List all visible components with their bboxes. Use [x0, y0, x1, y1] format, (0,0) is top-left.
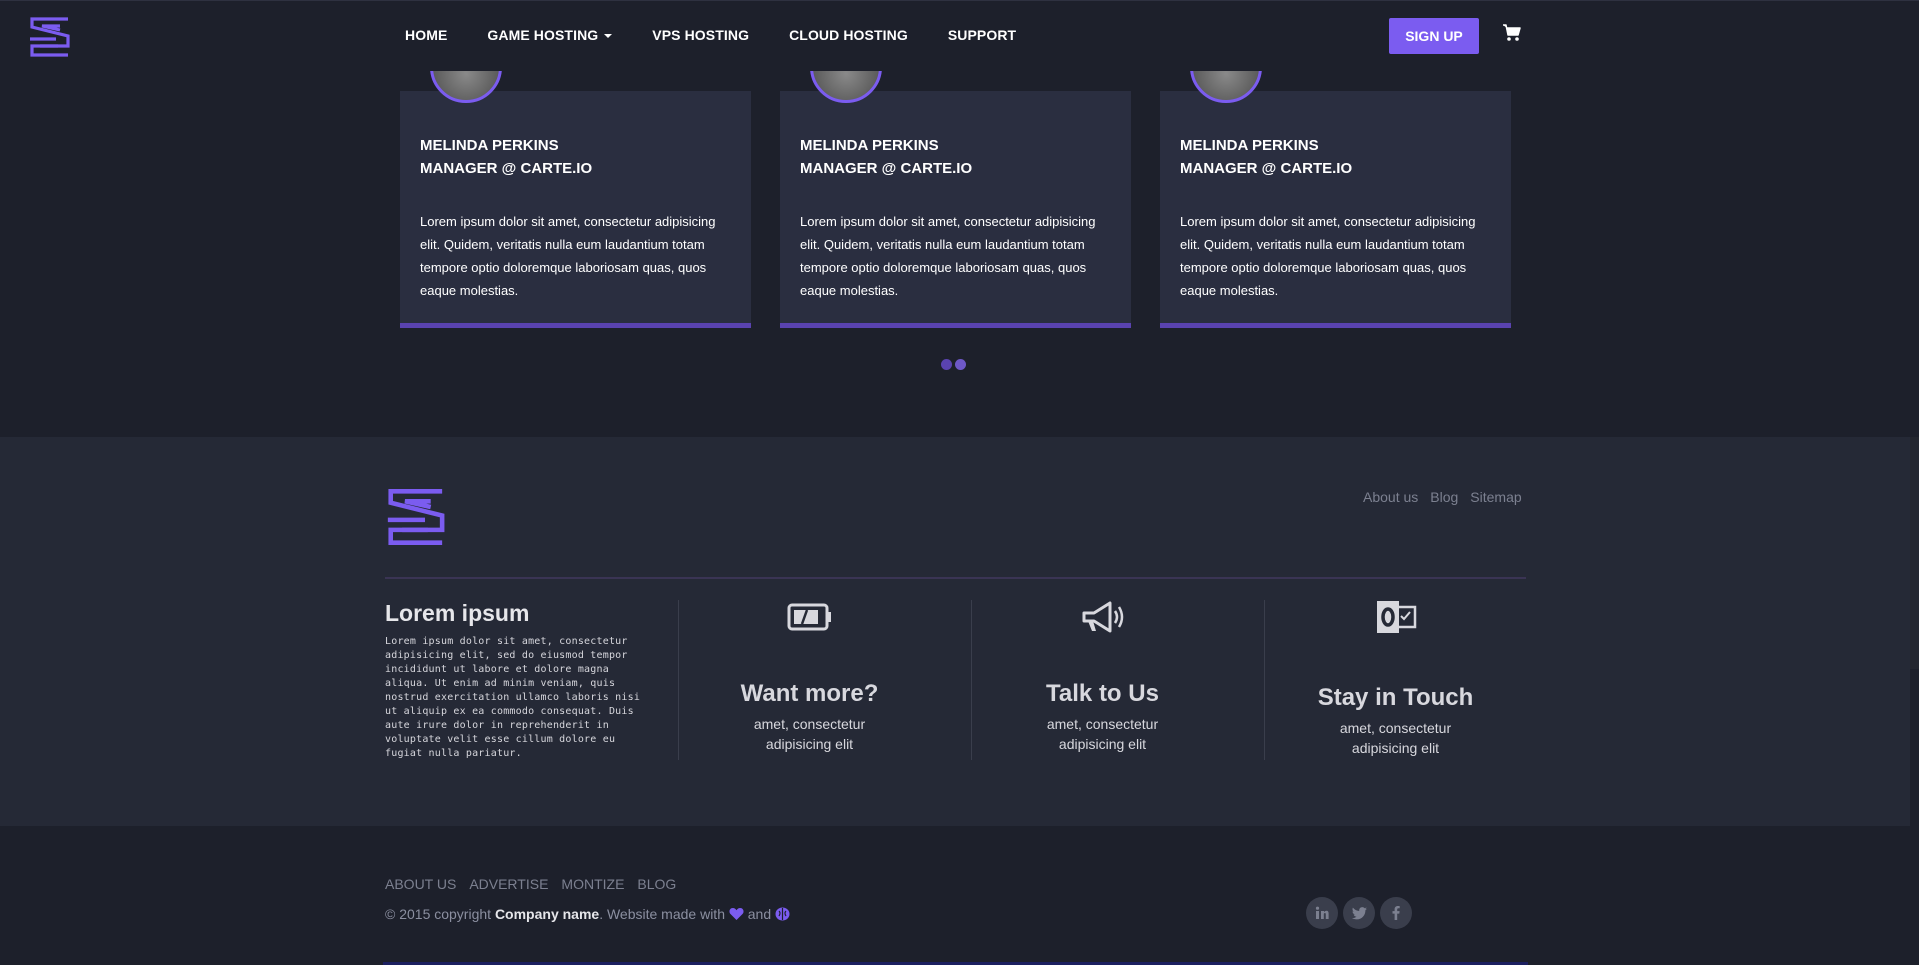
- heart-icon: [729, 908, 744, 920]
- carousel-dots: [941, 359, 966, 370]
- testimonial-name: MELINDA PERKINS: [420, 137, 559, 154]
- footer-link-sitemap[interactable]: Sitemap: [1470, 489, 1521, 505]
- carousel-dot[interactable]: [941, 359, 952, 370]
- feature-talk-to-us: Talk to Us amet, consectetur adipisicing…: [956, 597, 1249, 754]
- company-name: Company name: [494, 906, 600, 922]
- bottom-link-advertise[interactable]: ADVERTISE: [469, 876, 548, 892]
- feature-title: Talk to Us: [1046, 680, 1159, 707]
- outlook-icon: [1376, 601, 1416, 633]
- copyright-prefix: © 2015 copyright: [385, 906, 495, 922]
- brain-icon: [775, 907, 790, 921]
- facebook-icon: [1392, 906, 1400, 920]
- copyright-mid: . Website made with: [599, 906, 729, 922]
- shopping-cart-icon[interactable]: [1502, 23, 1522, 43]
- s-logo-icon[interactable]: [28, 16, 70, 58]
- avatar: [1190, 71, 1262, 103]
- bottom-link-blog[interactable]: BLOG: [637, 876, 676, 892]
- linkedin-button[interactable]: [1306, 897, 1338, 929]
- bottom-link-about-us[interactable]: ABOUT US: [385, 876, 456, 892]
- sign-up-button[interactable]: SIGN UP: [1389, 18, 1479, 54]
- footer-link-blog[interactable]: Blog: [1430, 489, 1458, 505]
- nav-game-hosting[interactable]: GAME HOSTING: [487, 27, 613, 43]
- testimonial-text: Lorem ipsum dolor sit amet, consectetur …: [800, 214, 1096, 298]
- testimonial-role: MANAGER @ CARTE.IO: [800, 160, 973, 177]
- carousel-dot-active[interactable]: [955, 359, 966, 370]
- bottom-links: ABOUT US ADVERTISE MONTIZE BLOG: [385, 876, 676, 892]
- avatar: [430, 71, 502, 103]
- footer-links: About us Blog Sitemap: [1363, 489, 1522, 505]
- testimonial-card: MELINDA PERKINS MANAGER @ CARTE.IO Lorem…: [1160, 71, 1511, 328]
- avatar: [810, 71, 882, 103]
- nav-links: HOME GAME HOSTING VPS HOSTING CLOUD HOST…: [405, 27, 1016, 43]
- chevron-down-icon: [604, 34, 613, 39]
- scrollbar-thumb[interactable]: [1910, 437, 1919, 669]
- testimonial-role: MANAGER @ CARTE.IO: [1180, 160, 1353, 177]
- s-logo-icon: [387, 489, 445, 545]
- feature-want-more: Want more? amet, consectetur adipisicing…: [663, 597, 956, 754]
- top-navbar: HOME GAME HOSTING VPS HOSTING CLOUD HOST…: [0, 0, 1919, 70]
- nav-game-hosting-label: GAME HOSTING: [487, 27, 599, 43]
- footer-about-title: Lorem ipsum: [385, 600, 530, 626]
- feature-stay-in-touch: Stay in Touch amet, consectetur adipisic…: [1249, 597, 1542, 758]
- twitter-button[interactable]: [1343, 897, 1375, 929]
- testimonial-name: MELINDA PERKINS: [800, 137, 939, 154]
- facebook-button[interactable]: [1380, 897, 1412, 929]
- twitter-icon: [1351, 906, 1367, 919]
- bottom-link-montize[interactable]: MONTIZE: [561, 876, 624, 892]
- copyright: © 2015 copyright Company name. Website m…: [385, 906, 790, 922]
- feature-title: Stay in Touch: [1317, 684, 1474, 711]
- bottom-bar: ABOUT US ADVERTISE MONTIZE BLOG © 2015 c…: [0, 826, 1910, 965]
- footer-link-about-us[interactable]: About us: [1363, 489, 1418, 505]
- footer: About us Blog Sitemap Lorem ipsum Lorem …: [0, 437, 1910, 826]
- testimonial-name: MELINDA PERKINS: [1180, 137, 1319, 154]
- testimonial-role: MANAGER @ CARTE.IO: [420, 160, 593, 177]
- social-links: [1306, 897, 1412, 929]
- nav-cloud-hosting[interactable]: CLOUD HOSTING: [789, 27, 908, 43]
- footer-divider: [385, 577, 1526, 579]
- feature-text: amet, consectetur adipisicing elit: [753, 716, 866, 752]
- footer-about-text: Lorem ipsum dolor sit amet, consectetur …: [385, 636, 641, 759]
- linkedin-icon: [1315, 906, 1329, 919]
- feature-text: amet, consectetur adipisicing elit: [1046, 716, 1159, 752]
- megaphone-icon: [1082, 601, 1123, 633]
- nav-vps-hosting[interactable]: VPS HOSTING: [652, 27, 749, 43]
- testimonial-card: MELINDA PERKINS MANAGER @ CARTE.IO Lorem…: [780, 71, 1131, 328]
- nav-support[interactable]: SUPPORT: [948, 27, 1016, 43]
- testimonial-text: Lorem ipsum dolor sit amet, consectetur …: [420, 214, 716, 298]
- copyright-and: and: [743, 906, 776, 922]
- testimonial-text: Lorem ipsum dolor sit amet, consectetur …: [1180, 214, 1476, 298]
- feature-title: Want more?: [740, 680, 879, 707]
- nav-home[interactable]: HOME: [405, 27, 447, 43]
- battery-icon: [787, 603, 831, 631]
- testimonial-card: MELINDA PERKINS MANAGER @ CARTE.IO Lorem…: [400, 71, 751, 328]
- feature-text: amet, consectetur adipisicing elit: [1339, 720, 1452, 756]
